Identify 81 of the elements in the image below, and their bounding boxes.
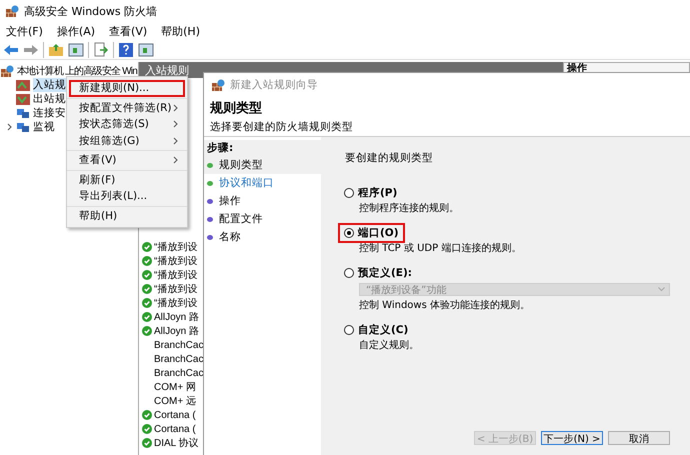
- prompt-text: 要创建的规则类型: [345, 151, 434, 165]
- expand-icon: [7, 123, 13, 131]
- panel-icon[interactable]: [68, 42, 84, 58]
- menu-item[interactable]: 帮助(H): [161, 24, 200, 38]
- rule-name[interactable]: “播放到设: [154, 240, 198, 254]
- rule-name[interactable]: AllJoyn 路: [154, 324, 200, 338]
- menu-entry[interactable]: 按状态筛选(S): [69, 116, 185, 132]
- rule-name[interactable]: “播放到设: [154, 296, 198, 310]
- page-heading: 规则类型: [210, 100, 263, 117]
- network-icon: [16, 108, 30, 118]
- option-description: 控制 Windows 体验功能连接的规则。: [358, 298, 531, 312]
- check-icon: [142, 312, 152, 322]
- option-description: 自定义规则。: [358, 338, 420, 352]
- rule-name[interactable]: COM+ 远: [154, 394, 196, 408]
- help-icon[interactable]: [118, 42, 134, 58]
- check-icon: [142, 284, 152, 294]
- check-icon: [142, 424, 152, 434]
- menu-entry[interactable]: 查看(V): [69, 152, 185, 168]
- rule-name[interactable]: COM+ 网: [154, 380, 196, 394]
- check-icon: [142, 270, 152, 280]
- rule-name[interactable]: “播放到设: [154, 268, 198, 282]
- option-description: 控制 TCP 或 UDP 端口连接的规则。: [358, 242, 522, 255]
- tree-item[interactable]: 连接安: [33, 106, 66, 120]
- caret-icon: [658, 287, 665, 292]
- rule-name[interactable]: BranchCac: [154, 368, 204, 378]
- step-item[interactable]: 协议和端口: [204, 174, 321, 192]
- dialog-title: 新建入站规则向导: [230, 78, 318, 92]
- check-icon: [142, 242, 152, 252]
- rule-name[interactable]: Cortana (: [154, 424, 196, 434]
- firewall-icon: [6, 5, 19, 17]
- check-icon: [142, 326, 152, 336]
- option-label[interactable]: 自定义(C): [358, 323, 408, 337]
- option-label[interactable]: 预定义(E):: [358, 266, 412, 280]
- firewall-icon: [1, 65, 14, 77]
- check-icon: [142, 438, 152, 448]
- rule-name[interactable]: BranchCac: [154, 340, 204, 350]
- menu-item[interactable]: 文件(F): [6, 24, 43, 38]
- menu-entry[interactable]: 刷新(F): [69, 172, 185, 188]
- radio-button[interactable]: [344, 188, 354, 198]
- check-icon: [142, 256, 152, 266]
- radio-button[interactable]: [344, 268, 354, 278]
- step-item[interactable]: 规则类型: [204, 156, 321, 174]
- menu-entry[interactable]: 帮助(H): [69, 208, 185, 224]
- menu-entry[interactable]: 按配置文件筛选(R): [69, 100, 185, 116]
- steps-title: 步骤:: [204, 140, 321, 156]
- menu-item[interactable]: 操作(A): [56, 24, 96, 38]
- option-description: 控制程序连接的规则。: [358, 202, 460, 215]
- dialog-button[interactable]: 下一步(N) >: [541, 431, 603, 445]
- radio-button[interactable]: [344, 325, 354, 335]
- tree-item[interactable]: 出站规: [33, 92, 66, 106]
- rule-name[interactable]: BranchCac: [154, 354, 204, 364]
- tree-item[interactable]: 入站规: [33, 78, 66, 92]
- page-subheading: 选择要创建的防火墙规则类型: [210, 120, 354, 134]
- export-icon[interactable]: [93, 42, 109, 58]
- step-item[interactable]: 名称: [204, 228, 321, 246]
- option-label[interactable]: 端口(O): [358, 226, 399, 240]
- step-item[interactable]: 配置文件: [204, 210, 321, 228]
- panel-icon[interactable]: [138, 42, 154, 58]
- menu-entry[interactable]: 新建规则(N)...: [69, 80, 185, 96]
- outbound-icon: [16, 94, 30, 104]
- step-item[interactable]: 操作: [204, 192, 321, 210]
- menu-entry[interactable]: 按组筛选(G): [69, 132, 185, 149]
- dialog-button[interactable]: 取消: [608, 431, 670, 445]
- check-icon: [142, 410, 152, 420]
- tree-root[interactable]: 本地计算机 上的高级安全 Win: [17, 64, 137, 78]
- inbound-icon: [16, 80, 30, 90]
- tree-item[interactable]: 监视: [33, 120, 55, 134]
- menu-item[interactable]: 查看(V): [109, 24, 148, 38]
- radio-button[interactable]: [344, 228, 354, 238]
- menu-entry[interactable]: 导出列表(L)...: [69, 188, 185, 204]
- rule-name[interactable]: AllJoyn 路: [154, 310, 200, 324]
- submenu-icon: [173, 156, 179, 164]
- window-title: 高级安全 Windows 防火墙: [24, 4, 158, 18]
- firewall-icon: [212, 79, 225, 91]
- folder-up-icon[interactable]: [48, 42, 64, 58]
- rule-name[interactable]: Cortana (: [154, 410, 196, 420]
- rule-name[interactable]: “播放到设: [154, 254, 198, 268]
- check-icon: [142, 298, 152, 308]
- rule-name[interactable]: DIAL 协议: [154, 436, 199, 450]
- rule-name[interactable]: “播放到设: [154, 282, 198, 296]
- option-label[interactable]: 程序(P): [358, 186, 398, 200]
